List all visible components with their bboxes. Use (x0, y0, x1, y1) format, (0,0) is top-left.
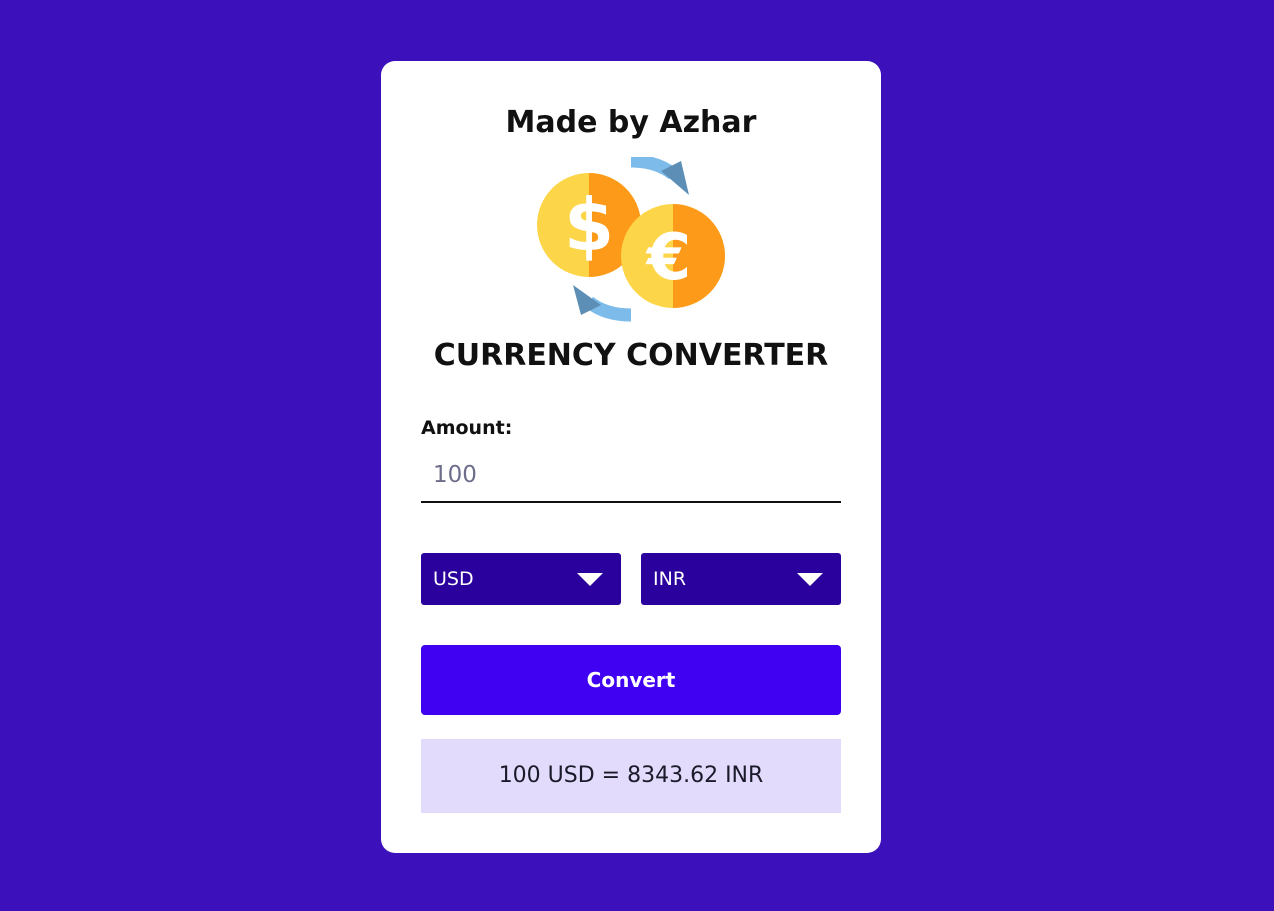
convert-button[interactable]: Convert (421, 645, 841, 715)
to-currency-value: INR (653, 568, 687, 590)
page-title: CURRENCY CONVERTER (433, 338, 829, 373)
from-currency-select[interactable]: USD (421, 553, 621, 605)
from-currency-value: USD (433, 568, 474, 590)
svg-text:$: $ (564, 183, 614, 267)
amount-input[interactable] (421, 449, 841, 503)
amount-label: Amount: (421, 417, 513, 439)
made-by-heading: Made by Azhar (505, 105, 757, 140)
to-currency-select[interactable]: INR (641, 553, 841, 605)
conversion-result: 100 USD = 8343.62 INR (421, 739, 841, 813)
svg-text:€: € (645, 221, 692, 295)
chevron-down-icon (797, 573, 823, 586)
converter-card: Made by Azhar $ € CURRENCY CONVERTER Amo… (381, 61, 881, 853)
currency-exchange-icon: $ € (531, 157, 731, 323)
chevron-down-icon (577, 573, 603, 586)
